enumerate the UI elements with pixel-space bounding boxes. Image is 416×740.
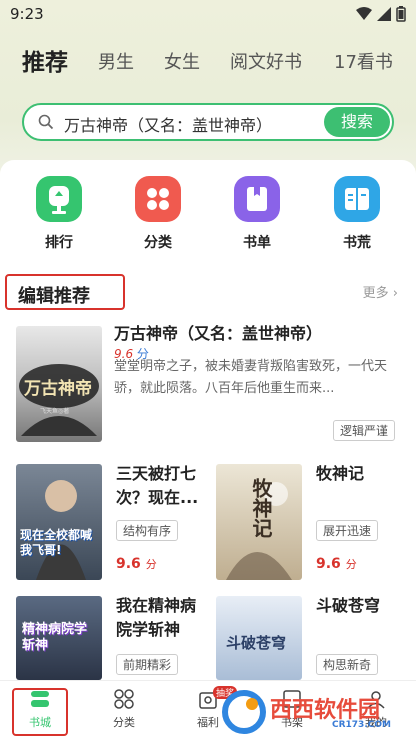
search-bar[interactable]: 万古神帝（又名：盖世神帝） 搜索 <box>22 103 394 141</box>
book-2-cover-title: 牧神记 <box>249 478 273 538</box>
book-4-cover-title: 斗破苍穹 <box>226 634 287 652</box>
book-3-tag: 前期精彩 <box>116 654 179 675</box>
section-title: 编辑推荐 <box>18 286 90 307</box>
search-button[interactable]: 搜索 <box>324 107 390 137</box>
battery-icon <box>396 6 406 22</box>
status-time: 9:23 <box>10 5 44 23</box>
book-3-cover[interactable]: 精神病院学斩神 <box>16 596 102 680</box>
tab-female[interactable]: 女生 <box>164 48 200 74</box>
book-1-score: 9.6 分 <box>116 556 157 572</box>
quick-shortage[interactable]: 书荒 <box>322 176 392 252</box>
quick-rank-label: 排行 <box>45 235 73 251</box>
tab-recommend[interactable]: 推荐 <box>22 43 68 77</box>
more-link[interactable]: 更多 › <box>363 282 398 301</box>
quick-category[interactable]: 分类 <box>123 176 193 252</box>
search-input[interactable]: 万古神帝（又名：盖世神帝） <box>64 112 272 136</box>
watermark-site: CR173.COM <box>332 720 391 730</box>
chevron-right-icon: › <box>392 286 398 301</box>
quick-booklist-label: 书单 <box>243 235 271 251</box>
book-1-title[interactable]: 三天被打七次？现在... <box>116 462 210 510</box>
book-4-cover[interactable]: 斗破苍穹 <box>216 596 302 680</box>
book-1-cover[interactable]: 现在全校都喊我飞哥! <box>16 464 102 580</box>
tab-yuewen[interactable]: 阅文好书 <box>230 48 302 74</box>
tab-male[interactable]: 男生 <box>98 48 134 74</box>
tab-17kan[interactable]: 17看书 <box>334 48 393 74</box>
nav-category-label: 分类 <box>113 716 135 729</box>
quick-category-label: 分类 <box>144 235 172 251</box>
book-2-title[interactable]: 牧神记 <box>316 462 364 486</box>
trophy-icon <box>36 176 82 222</box>
status-icons <box>356 6 406 22</box>
quick-entries: 排行 分类 书单 书荒 <box>0 176 416 256</box>
book-1-cover-title: 现在全校都喊我飞哥! <box>20 528 93 557</box>
reader-icon <box>334 176 380 222</box>
featured-cover-author: 飞天鱼◎著 <box>40 408 70 415</box>
search-icon <box>38 114 54 130</box>
category-icon <box>114 689 134 709</box>
book-icon <box>234 176 280 222</box>
book-2-cover[interactable]: 牧神记 <box>216 464 302 580</box>
book-4-title[interactable]: 斗破苍穹 <box>316 594 380 618</box>
quick-booklist[interactable]: 书单 <box>222 176 292 252</box>
quick-shortage-label: 书荒 <box>343 235 371 251</box>
book-3-title[interactable]: 我在精神病院学斩神 <box>116 594 210 642</box>
book-2-tag: 展开迅速 <box>316 520 379 541</box>
wifi-icon <box>356 7 372 20</box>
book-2-score: 9.6 分 <box>316 556 357 572</box>
nav-category[interactable]: 分类 <box>94 687 154 730</box>
signal-icon <box>377 7 391 21</box>
channel-tabs: 推荐 男生 女生 阅文好书 17看书 <box>0 40 416 80</box>
book-4-tag: 构思新奇 <box>316 654 379 675</box>
watermark-logo: 西西软件园 CR173.COM <box>222 690 412 734</box>
book-1-tag: 结构有序 <box>116 520 179 541</box>
featured-title[interactable]: 万古神帝（又名：盖世神帝） <box>114 322 322 346</box>
nav-highlight-box <box>12 688 68 736</box>
status-bar: 9:23 <box>0 0 416 28</box>
featured-tag: 逻辑严谨 <box>333 420 396 441</box>
grid-icon <box>135 176 181 222</box>
quick-rank[interactable]: 排行 <box>24 176 94 252</box>
featured-description: 堂堂明帝之子，被未婚妻背叛陷害致死，一代天骄，就此陨落。八百年后他重生而来... <box>114 359 388 396</box>
featured-cover[interactable]: 万古神帝 飞天鱼◎著 <box>16 326 102 442</box>
book-3-cover-title: 精神病院学斩神 <box>22 622 88 653</box>
featured-cover-title: 万古神帝 <box>24 379 92 399</box>
